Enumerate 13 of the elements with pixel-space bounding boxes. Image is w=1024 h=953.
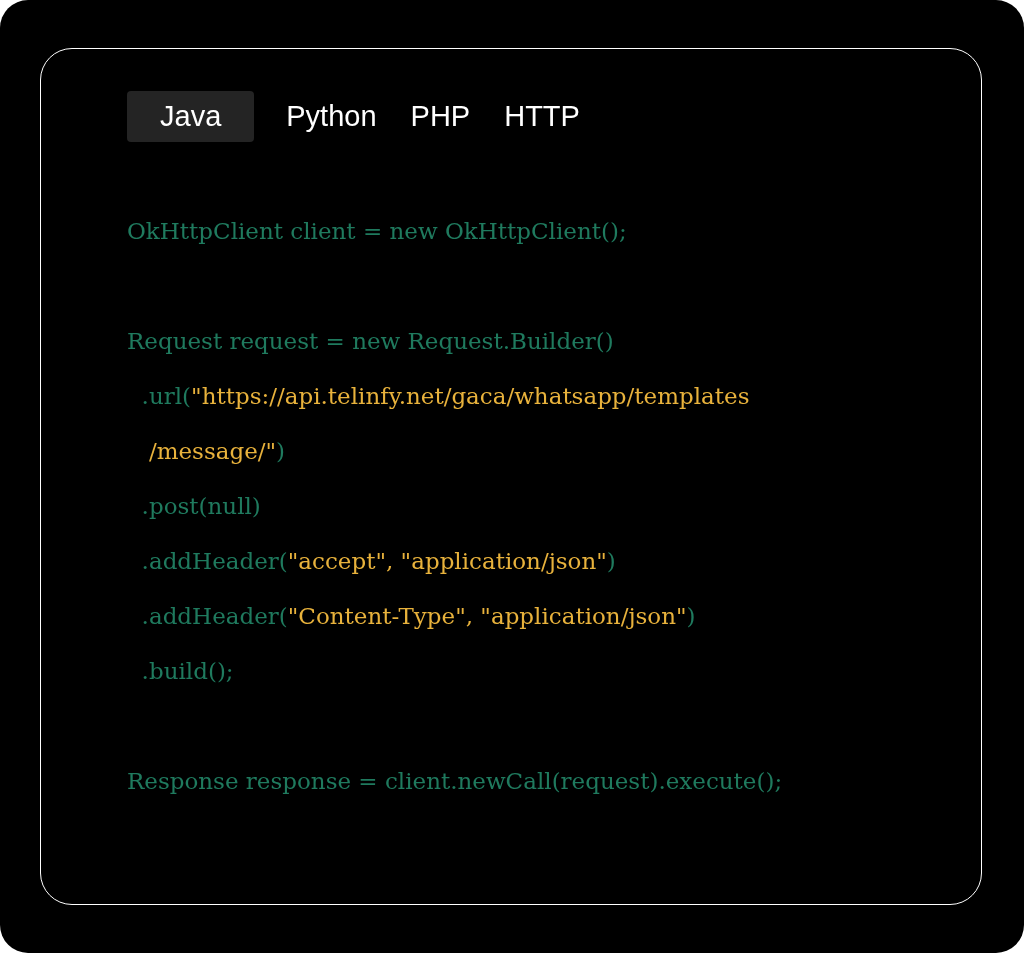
code-line: OkHttpClient client = new OkHttpClient(); [127,217,627,246]
code-line: .post(null) [140,492,261,521]
code-line: /message/") [147,437,286,466]
code-line: .url("https://api.telinfy.net/gaca/whatsapp/templates [140,382,750,411]
code-line: .addHeader("Content-Type", "application/json") [140,602,696,631]
language-tab[interactable]: Python [269,91,394,142]
code-line: Request request = new Request.Builder() [127,327,614,356]
language-tab[interactable]: Java [127,91,255,142]
code-line: Response response = client.newCall(request).execute(); [127,767,783,796]
language-tab[interactable]: HTTP [487,91,597,142]
code-line: .build(); [140,657,234,686]
language-tab[interactable]: PHP [393,91,488,142]
code-line: .addHeader("accept", "application/json") [140,547,616,576]
